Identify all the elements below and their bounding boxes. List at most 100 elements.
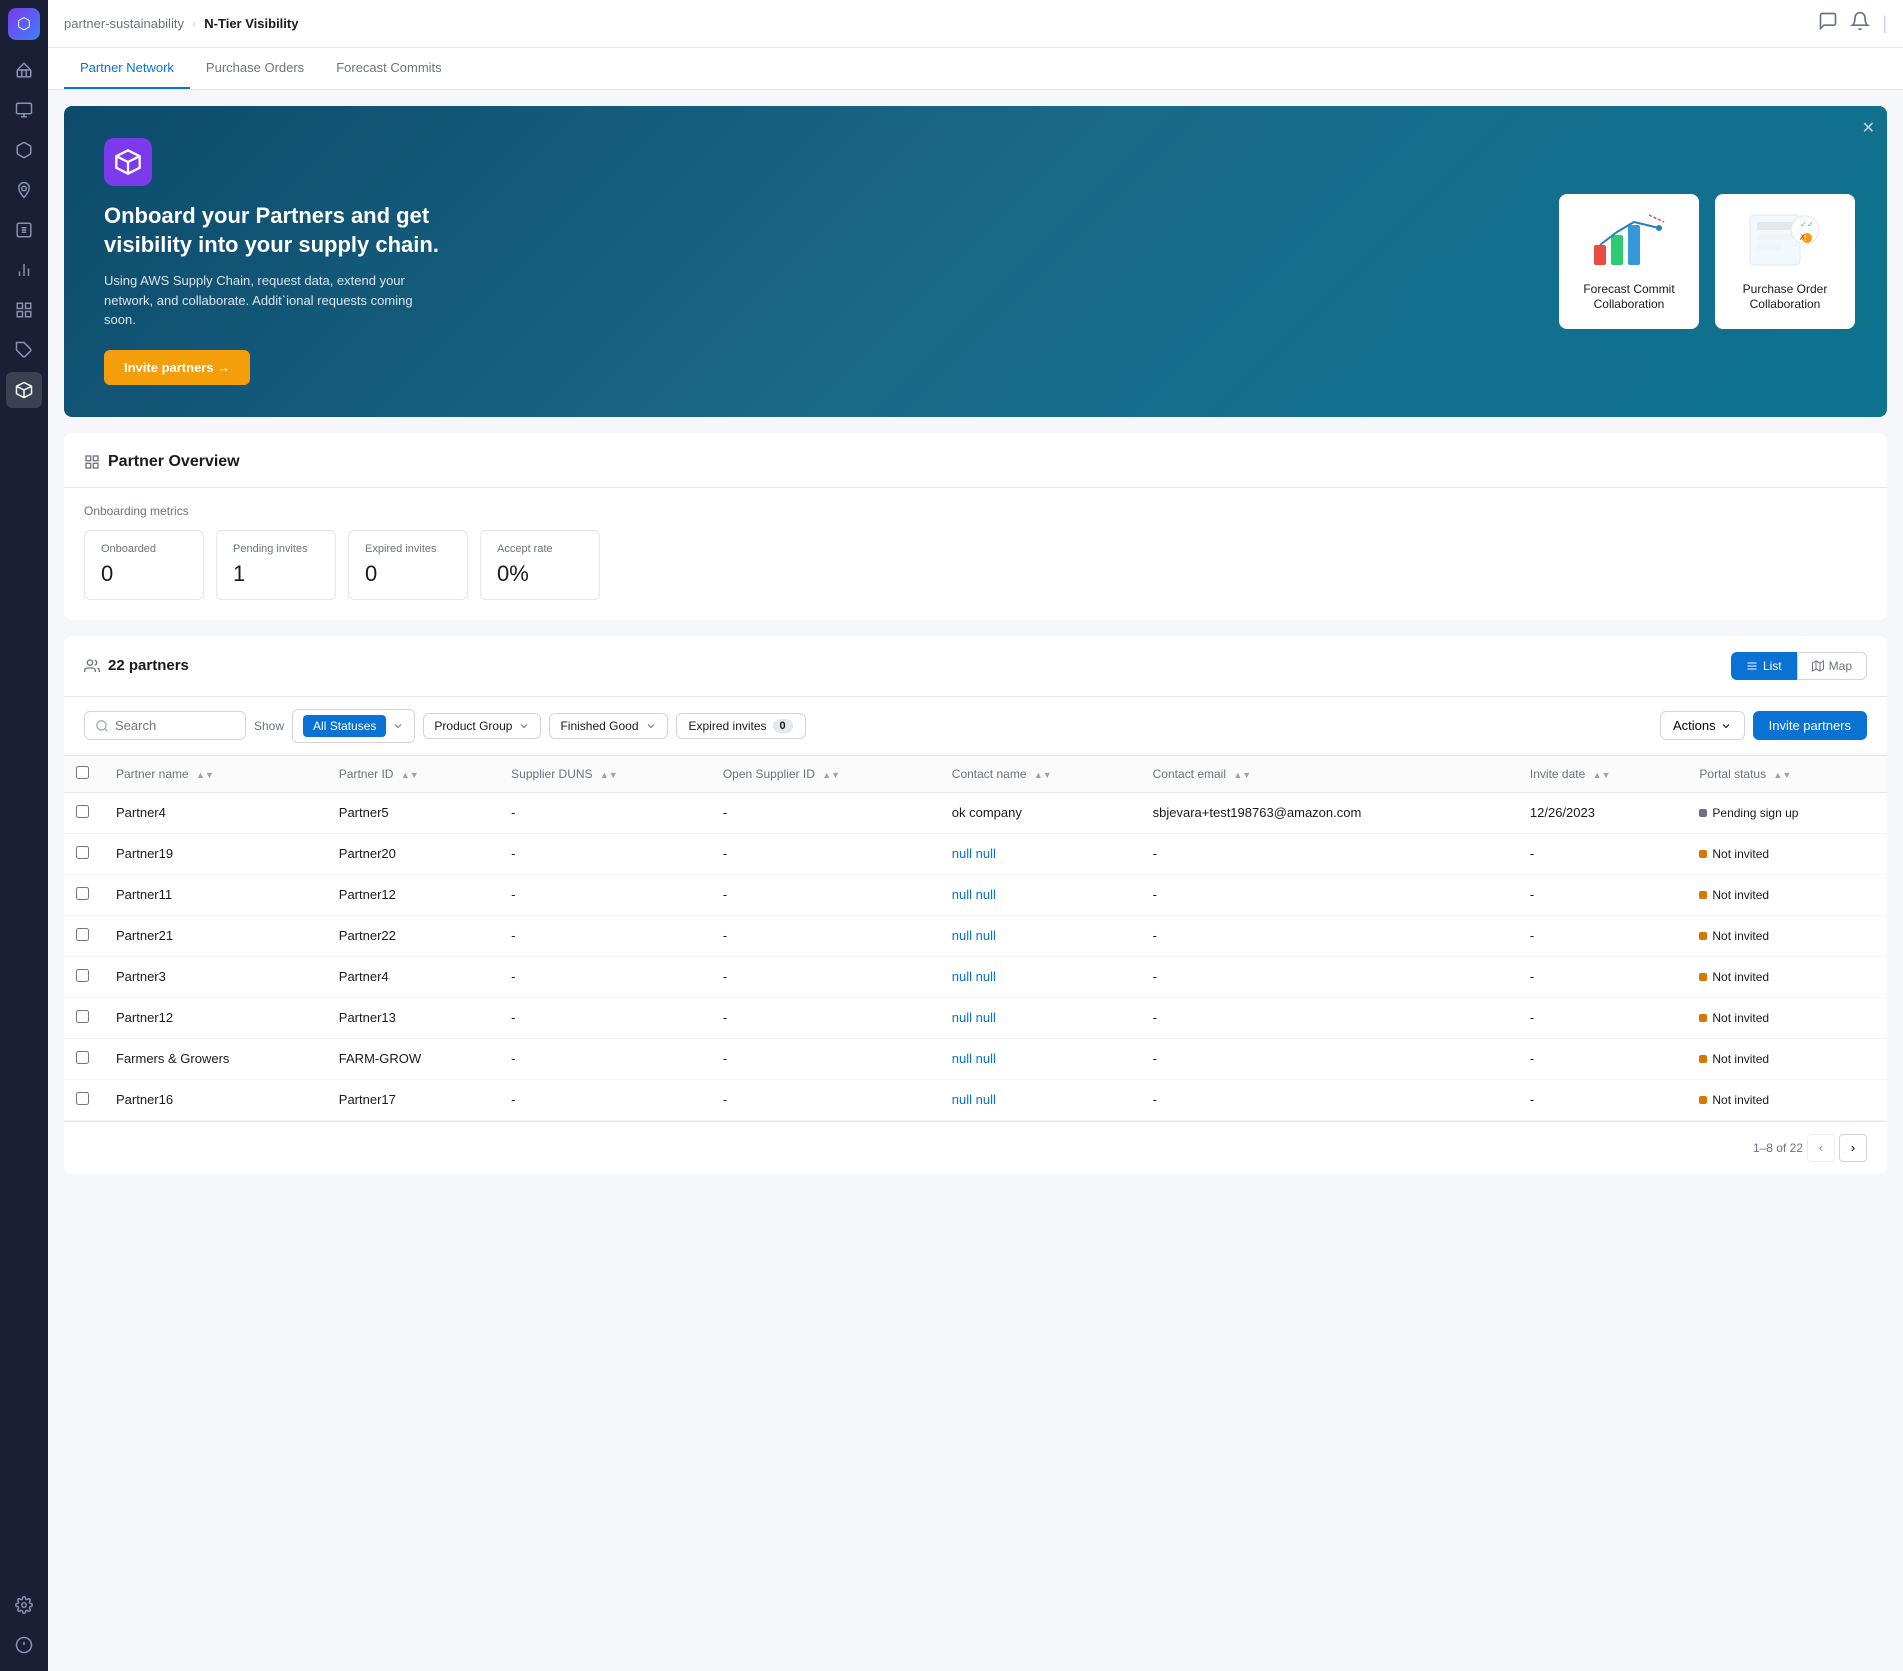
cell-invite-date: - (1518, 1038, 1688, 1079)
metric-expired-value: 0 (365, 561, 451, 587)
cell-contact-name: null null (940, 1079, 1141, 1120)
cell-supplier-duns: - (499, 833, 711, 874)
table-row: Partner16 Partner17 - - null null - - No… (64, 1079, 1887, 1120)
banner-right-cards: Forecast CommitCollaboration ✓ ✓ (1527, 106, 1887, 417)
status-filter[interactable]: All Statuses (292, 709, 415, 743)
partners-section: 22 partners List Map (64, 636, 1887, 1174)
row-checkbox-cell (64, 792, 104, 833)
prev-page-button[interactable]: ‹ (1807, 1134, 1835, 1162)
col-invite-date[interactable]: Invite date ▲▼ (1518, 755, 1688, 792)
sidebar-icon-settings-top[interactable] (6, 1587, 42, 1623)
cell-invite-date: - (1518, 956, 1688, 997)
sidebar-icon-package[interactable] (6, 132, 42, 168)
col-open-supplier-id[interactable]: Open Supplier ID ▲▼ (711, 755, 940, 792)
finished-good-filter[interactable]: Finished Good (549, 713, 667, 739)
row-checkbox-3[interactable] (76, 928, 89, 941)
forecast-commit-card[interactable]: Forecast CommitCollaboration (1559, 194, 1699, 329)
cell-supplier-duns: - (499, 1079, 711, 1120)
partners-table: Partner name ▲▼ Partner ID ▲▼ Supplier D… (64, 755, 1887, 1121)
cell-contact-name: null null (940, 833, 1141, 874)
tabs-bar: Partner Network Purchase Orders Forecast… (48, 48, 1903, 90)
col-partner-id[interactable]: Partner ID ▲▼ (327, 755, 499, 792)
cell-open-supplier-id: - (711, 833, 940, 874)
cell-invite-date: - (1518, 1079, 1688, 1120)
cell-contact-email: - (1141, 997, 1518, 1038)
tab-partner-network[interactable]: Partner Network (64, 48, 190, 89)
cell-partner-name: Farmers & Growers (104, 1038, 327, 1079)
search-input[interactable] (115, 718, 235, 733)
table-row: Partner3 Partner4 - - null null - - Not … (64, 956, 1887, 997)
sidebar-icon-list[interactable] (6, 212, 42, 248)
all-statuses-label: All Statuses (303, 715, 386, 737)
select-all-header (64, 755, 104, 792)
cell-partner-id: Partner12 (327, 874, 499, 915)
cell-open-supplier-id: - (711, 1038, 940, 1079)
cell-partner-id: Partner5 (327, 792, 499, 833)
partners-header: 22 partners List Map (64, 636, 1887, 697)
row-checkbox-5[interactable] (76, 1010, 89, 1023)
po-icon-image: ✓ ✓ ! ✗ (1745, 210, 1825, 270)
product-group-filter[interactable]: Product Group (423, 713, 541, 739)
overview-divider (64, 487, 1887, 488)
sidebar-icon-analytics[interactable] (6, 92, 42, 128)
header-left: partner-sustainability › N-Tier Visibili… (64, 16, 298, 31)
row-checkbox-1[interactable] (76, 846, 89, 859)
pagination: 1–8 of 22 ‹ › (64, 1121, 1887, 1174)
forecast-icon-image (1589, 210, 1669, 270)
sidebar-icon-location[interactable] (6, 172, 42, 208)
select-all-checkbox[interactable] (76, 766, 89, 779)
filters-bar: Show All Statuses Product Group Finished… (64, 697, 1887, 755)
sidebar-icon-home[interactable] (6, 52, 42, 88)
cell-portal-status: Not invited (1687, 874, 1887, 915)
col-contact-name[interactable]: Contact name ▲▼ (940, 755, 1141, 792)
invite-partners-banner-button[interactable]: Invite partners → (104, 350, 250, 385)
cell-supplier-duns: - (499, 956, 711, 997)
view-toggle: List Map (1731, 652, 1867, 680)
search-box[interactable] (84, 711, 246, 740)
svg-text:✓: ✓ (1807, 220, 1814, 229)
col-supplier-duns[interactable]: Supplier DUNS ▲▼ (499, 755, 711, 792)
cell-supplier-duns: - (499, 874, 711, 915)
sidebar-icon-grid[interactable] (6, 292, 42, 328)
col-portal-status[interactable]: Portal status ▲▼ (1687, 755, 1887, 792)
row-checkbox-cell (64, 1038, 104, 1079)
col-partner-name[interactable]: Partner name ▲▼ (104, 755, 327, 792)
col-contact-email[interactable]: Contact email ▲▼ (1141, 755, 1518, 792)
cell-contact-name: null null (940, 1038, 1141, 1079)
cell-partner-id: Partner17 (327, 1079, 499, 1120)
actions-dropdown-button[interactable]: Actions (1660, 711, 1745, 740)
sidebar-icon-chart[interactable] (6, 252, 42, 288)
chat-icon[interactable] (1818, 11, 1838, 36)
list-view-button[interactable]: List (1731, 652, 1797, 680)
pagination-text: 1–8 of 22 (1753, 1141, 1803, 1155)
expired-invites-filter[interactable]: Expired invites 0 (676, 713, 806, 739)
cell-contact-email: - (1141, 833, 1518, 874)
svg-text:✗: ✗ (1799, 233, 1806, 242)
cell-portal-status: Not invited (1687, 956, 1887, 997)
row-checkbox-0[interactable] (76, 805, 89, 818)
purchase-order-card[interactable]: ✓ ✓ ! ✗ Purchase OrderCollaboration (1715, 194, 1855, 329)
cell-open-supplier-id: - (711, 956, 940, 997)
tab-forecast-commits[interactable]: Forecast Commits (320, 48, 457, 89)
cell-invite-date: - (1518, 833, 1688, 874)
invite-partners-button[interactable]: Invite partners (1753, 711, 1867, 740)
app-logo[interactable]: ⬡ (8, 8, 40, 40)
cell-partner-name: Partner12 (104, 997, 327, 1038)
sidebar-icon-tag[interactable] (6, 332, 42, 368)
sidebar-icon-info[interactable] (6, 1627, 42, 1663)
map-view-button[interactable]: Map (1797, 652, 1867, 680)
row-checkbox-cell (64, 915, 104, 956)
cell-contact-email: - (1141, 915, 1518, 956)
cell-open-supplier-id: - (711, 792, 940, 833)
next-page-button[interactable]: › (1839, 1134, 1867, 1162)
row-checkbox-7[interactable] (76, 1092, 89, 1105)
banner-close-button[interactable]: ✕ (1862, 118, 1875, 138)
forecast-card-label: Forecast CommitCollaboration (1583, 282, 1674, 313)
row-checkbox-4[interactable] (76, 969, 89, 982)
bell-icon[interactable] (1850, 11, 1870, 36)
row-checkbox-6[interactable] (76, 1051, 89, 1064)
tab-purchase-orders[interactable]: Purchase Orders (190, 48, 320, 89)
row-checkbox-2[interactable] (76, 887, 89, 900)
sidebar-icon-network[interactable] (6, 372, 42, 408)
table-row: Partner11 Partner12 - - null null - - No… (64, 874, 1887, 915)
